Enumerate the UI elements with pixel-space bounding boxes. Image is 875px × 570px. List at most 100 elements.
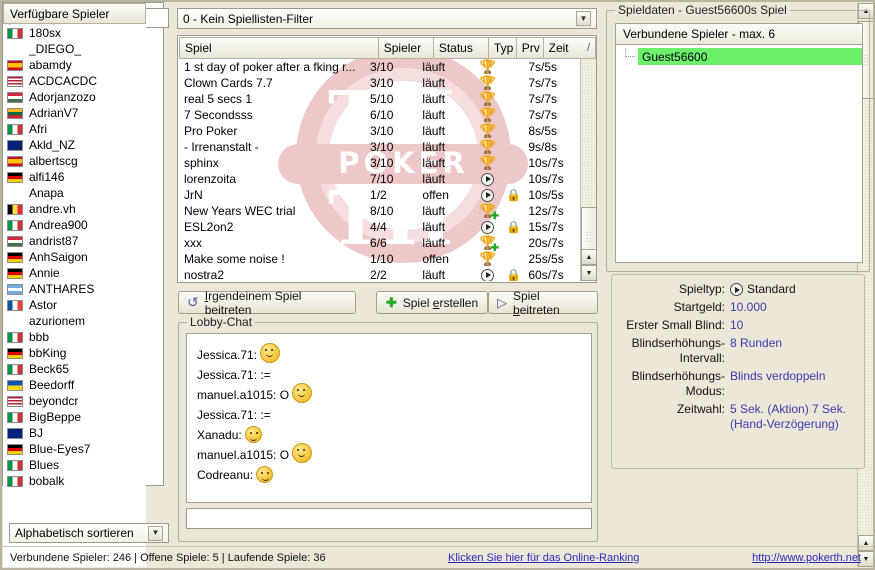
game-list-rows[interactable]: 1 st day of poker after a fking r... 3/10… xyxy=(179,59,579,281)
player-name: AdrianV7 xyxy=(29,106,79,120)
games-scrollbar[interactable]: ▲ ▲ ▼ xyxy=(580,37,596,281)
chevron-down-icon[interactable]: ▼ xyxy=(148,525,163,541)
games-scroll-down-button[interactable]: ▼ xyxy=(581,265,596,281)
column-header-spieler[interactable]: Spieler xyxy=(377,37,434,59)
player-list-item[interactable]: Beck65 xyxy=(3,361,146,377)
chevron-down-icon[interactable]: ▼ xyxy=(576,11,591,26)
game-players-cell: 6/6 xyxy=(370,236,387,250)
game-list-row[interactable]: 7 Secondsss 6/10 läuft 🏆 7s/7s xyxy=(179,107,579,123)
column-header-spiel[interactable]: Spiel xyxy=(179,37,379,59)
player-list-item[interactable]: Blue-Eyes7 xyxy=(3,441,146,457)
column-header-zeit[interactable]: Zeit / xyxy=(542,37,596,59)
player-list-item[interactable]: ACDCACDC xyxy=(3,73,146,89)
game-list-row[interactable]: Clown Cards 7.7 3/10 läuft 🏆 7s/7s xyxy=(179,75,579,91)
player-list-item[interactable]: BJ xyxy=(3,425,146,441)
chat-message-text: Codreanu: xyxy=(197,467,254,482)
game-type-cell xyxy=(475,220,501,234)
join-game-button[interactable]: ▷ Spiel beitreten xyxy=(488,289,598,317)
player-name: Akld_NZ xyxy=(29,138,76,152)
player-list-item[interactable]: Astor xyxy=(3,297,146,313)
game-time-cell: 9s/8s xyxy=(528,140,558,154)
player-sort-combo[interactable]: Alphabetisch sortieren ▼ xyxy=(9,523,169,543)
game-status-cell: offen xyxy=(422,188,449,202)
column-header-status[interactable]: Status xyxy=(432,37,489,59)
lock-icon: 🔒 xyxy=(506,188,522,202)
create-game-button[interactable]: ✚ Spiel erstellen xyxy=(376,291,488,314)
flag-icon-lt xyxy=(7,107,23,119)
game-private-cell: 🔒 xyxy=(501,188,526,202)
player-list-item[interactable]: bobalk xyxy=(3,473,146,489)
game-list-row[interactable]: Pro Poker 3/10 läuft 🏆 8s/5s xyxy=(179,123,579,139)
game-time-cell: 25s/5s xyxy=(528,252,564,266)
lobby-chat-messages[interactable]: Jessica.71: Jessica.71: := manuel.a1015: O… xyxy=(186,333,592,503)
player-list-item[interactable]: Adorjanzozo xyxy=(3,89,146,105)
game-name-cell: New Years WEC trial xyxy=(184,204,296,218)
player-list-item[interactable]: 180sx xyxy=(3,25,146,41)
column-header-prv[interactable]: Prv xyxy=(515,37,544,59)
lobby-chat-input[interactable] xyxy=(186,508,592,529)
player-list-item[interactable]: _DIEGO_ xyxy=(3,41,146,57)
flag-icon-de xyxy=(7,267,23,279)
player-name: _DIEGO_ xyxy=(29,42,82,56)
game-list-row[interactable]: ESL2on2 4/4 läuft 🔒 15s/7s xyxy=(179,219,579,235)
player-list-item[interactable]: andrist87 xyxy=(3,233,146,249)
player-list-item[interactable]: andre.vh xyxy=(3,201,146,217)
trophy-icon: 🏆 xyxy=(479,139,497,155)
game-list-row[interactable]: real 5 secs 1 5/10 läuft 🏆 7s/7s xyxy=(179,91,579,107)
games-scroll-up-button-lower[interactable]: ▲ xyxy=(581,249,596,265)
trophy-icon: 🏆 xyxy=(479,155,497,171)
player-list-item[interactable]: Annie xyxy=(3,265,146,281)
game-list-row[interactable]: JrN 1/2 offen 🔒 10s/5s xyxy=(179,187,579,203)
trophy-icon: 🏆 xyxy=(479,123,497,139)
player-list-item[interactable]: ANTHARES xyxy=(3,281,146,297)
game-time-cell: 12s/7s xyxy=(528,204,564,218)
pokerth-lobby-window: nach Spieler suchen... Verfügbare Spiele… xyxy=(0,0,875,570)
player-list-item[interactable]: azurionem xyxy=(3,313,146,329)
player-list-item[interactable]: Andrea900 xyxy=(3,217,146,233)
player-list-item[interactable]: bbKing xyxy=(3,345,146,361)
trophy-icon: 🏆 xyxy=(479,75,497,91)
player-name: Adorjanzozo xyxy=(29,90,96,104)
join-any-game-button[interactable]: ↺ Irgendeinem Spiel beitreten xyxy=(178,289,356,317)
chat-message-text: Jessica.71: := xyxy=(197,367,271,382)
flag-icon-it xyxy=(7,27,23,39)
game-list-filter-value: 0 - Kein Spiellisten-Filter xyxy=(183,11,314,26)
player-list-item[interactable]: AnhSaigon xyxy=(3,249,146,265)
player-list-item[interactable]: Akld_NZ xyxy=(3,137,146,153)
player-list-item[interactable]: Beedorff xyxy=(3,377,146,393)
game-type-cell: 🏆 xyxy=(475,141,501,154)
player-list-item[interactable]: beyondcr xyxy=(3,393,146,409)
game-list-filter-combo[interactable]: 0 - Kein Spiellisten-Filter ▼ xyxy=(177,8,597,29)
player-list-item[interactable]: AdrianV7 xyxy=(3,105,146,121)
available-players-list[interactable]: 180sx _DIEGO_ abamdy ACDCACDC Adorjanzozo Adr… xyxy=(3,25,146,567)
player-list-item[interactable]: Anapa xyxy=(3,185,146,201)
game-detail-value-text: Standard xyxy=(747,282,796,296)
online-ranking-link[interactable]: Klicken Sie hier für das Online-Ranking xyxy=(448,552,639,564)
game-list-row[interactable]: Make some noise ! 1/10 offen 🏆 25s/5s xyxy=(179,251,579,267)
player-list-item[interactable]: bbb xyxy=(3,329,146,345)
game-detail-value: 5 Sek. (Aktion) 7 Sek. (Hand-Verzögerung… xyxy=(730,402,856,432)
chat-message-text: Xanadu: xyxy=(197,427,242,442)
game-list-row[interactable]: - Irrenanstalt - 3/10 läuft 🏆 9s/8s xyxy=(179,139,579,155)
flag-icon-hu xyxy=(7,91,23,103)
player-list-item[interactable]: Afri xyxy=(3,121,146,137)
game-list-row[interactable]: xxx 6/6 läuft 🏆 ✚ 20s/7s xyxy=(179,235,579,254)
player-list-item[interactable]: Blues xyxy=(3,457,146,473)
game-time-cell: 15s/7s xyxy=(528,220,564,234)
game-list-row[interactable]: New Years WEC trial 8/10 läuft 🏆 ✚ 12s/7s xyxy=(179,203,579,222)
game-list-row[interactable]: lorenzoita 7/10 läuft 10s/7s xyxy=(179,171,579,187)
player-list-item[interactable]: abamdy xyxy=(3,57,146,73)
player-list-item[interactable]: BigBeppe xyxy=(3,409,146,425)
column-header-zeit-label: Zeit xyxy=(548,41,569,55)
game-list-row[interactable]: nostra2 2/2 läuft 🔒 60s/7s xyxy=(179,267,579,281)
player-list-item[interactable]: alfi146 xyxy=(3,169,146,185)
column-header-typ[interactable]: Typ xyxy=(487,37,517,59)
chat-message: Jessica.71: := xyxy=(197,366,591,383)
game-list-row[interactable]: 1 st day of poker after a fking r... 3/10… xyxy=(179,59,579,75)
chat-message-text: manuel.a1015: O xyxy=(197,447,290,462)
connected-player-row[interactable]: Guest56600 xyxy=(616,48,862,65)
player-list-item[interactable]: albertscg xyxy=(3,153,146,169)
connected-players-list[interactable]: Guest56600 xyxy=(615,45,863,263)
pokerth-website-link[interactable]: http://www.pokerth.net xyxy=(752,552,861,564)
game-list-row[interactable]: sphinx 3/10 läuft 🏆 10s/7s xyxy=(179,155,579,171)
